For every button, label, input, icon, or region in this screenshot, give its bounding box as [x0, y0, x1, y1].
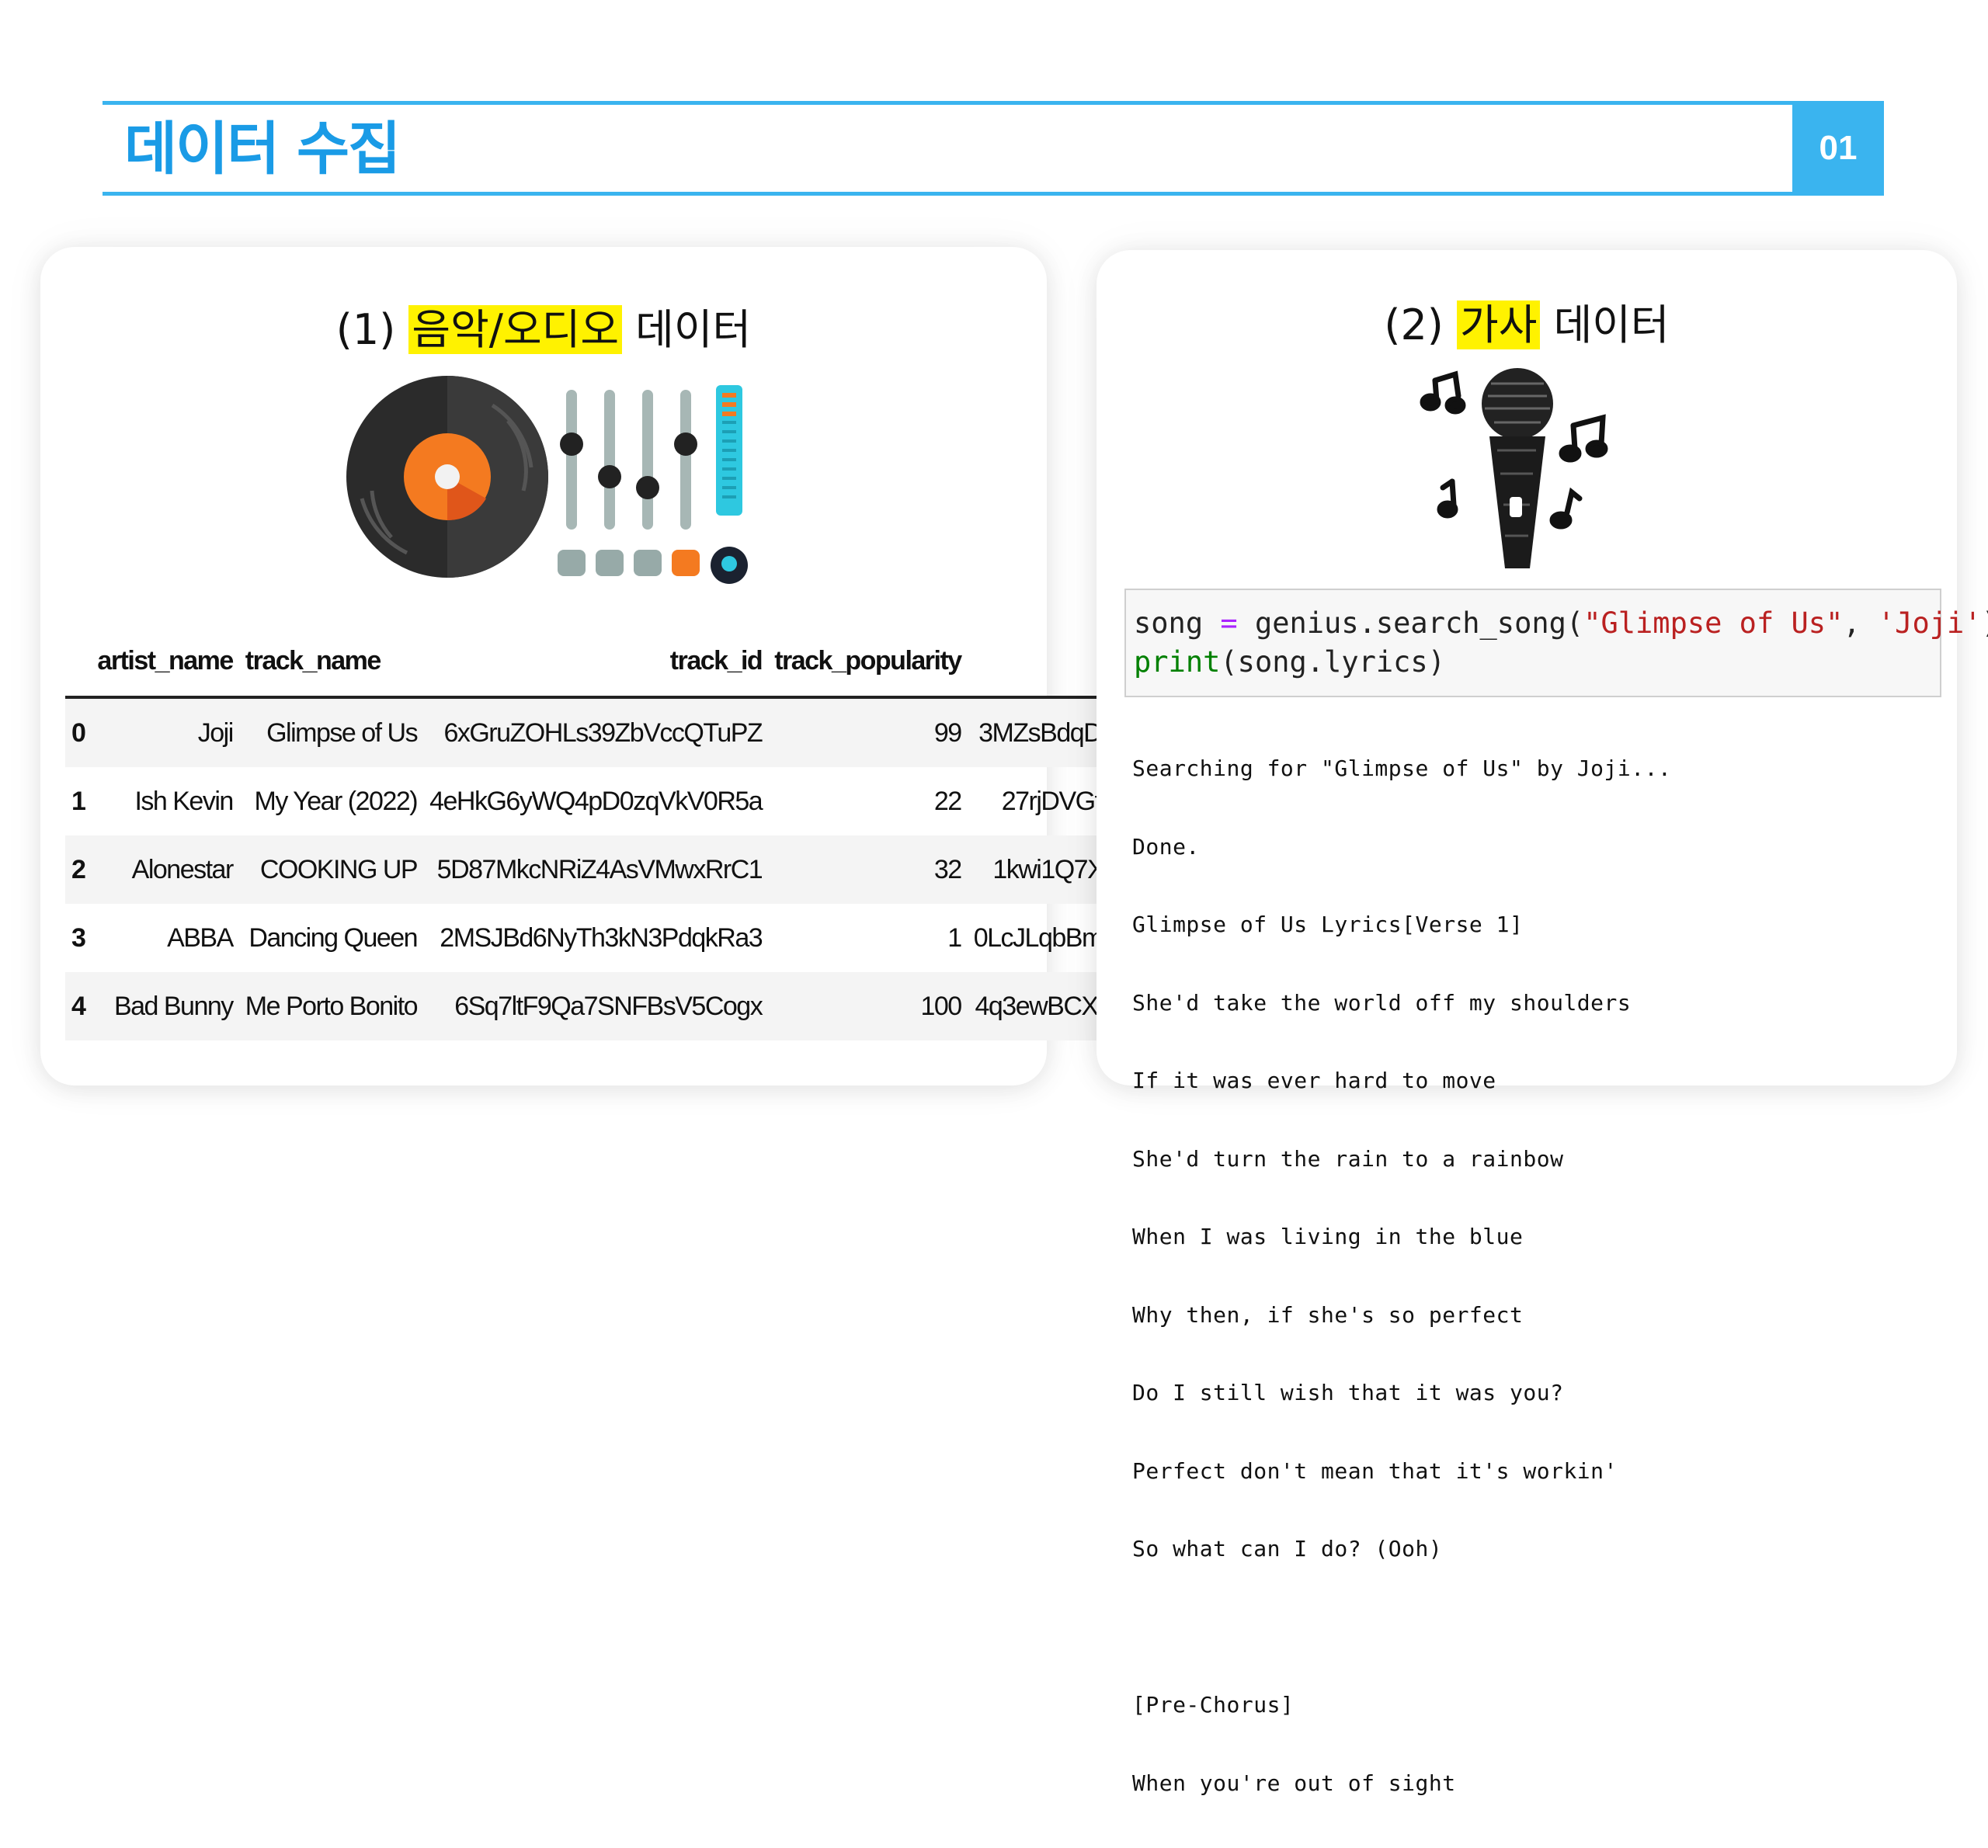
output-line: Perfect don't mean that it's workin' — [1132, 1457, 1618, 1484]
title-bar: 데이터 수집 01 — [103, 101, 1884, 196]
row-index: 4 — [65, 972, 92, 1040]
heading-prefix: (2) — [1384, 300, 1458, 349]
track-id-cell: 5D87MkcNRiZ4AsVMwxRrC1 — [423, 835, 769, 904]
track-name-cell: Dancing Queen — [248, 922, 418, 953]
row-index: 0 — [65, 697, 92, 767]
track-popularity-cell: 100 — [768, 972, 968, 1040]
output-line: If it was ever hard to move — [1132, 1068, 1496, 1093]
column-header-index — [65, 626, 92, 699]
heading-suffix: 데이터 — [622, 305, 752, 354]
track-popularity-cell: 99 — [768, 697, 968, 767]
output-line: Glimpse of Us Lyrics[Verse 1] — [1132, 912, 1524, 937]
output-line: Do I still wish that it was you? — [1132, 1380, 1564, 1405]
microphone-icon — [1482, 368, 1553, 568]
track-name-cell: My Year (2022) — [254, 786, 419, 816]
heading-highlight: 음악/오디오 — [408, 305, 623, 354]
output-line: Done. — [1132, 833, 1200, 860]
turntable-mixer-icon — [346, 376, 748, 584]
column-header-track-popularity: track_popularity — [768, 626, 968, 699]
artist-name-cell: ABBA — [167, 922, 234, 953]
code-operator: = — [1220, 606, 1238, 640]
page-number-badge: 01 — [1792, 101, 1884, 196]
code-string-title: "Glimpse of Us" — [1583, 606, 1844, 640]
row-index: 1 — [71, 786, 86, 816]
row-index: 2 — [65, 835, 92, 904]
output-line: [Pre-Chorus] — [1132, 1692, 1295, 1718]
music-data-card: (1) 음악/오디오 데이터 artist_name track_name tr… — [40, 247, 1302, 1086]
lyrics-data-card: (2) 가사 데이터 song = genius.search_song("Gl… — [1097, 250, 1988, 1796]
track-id-cell: 2MSJBd6NyTh3kN3PdqkRa3 — [440, 922, 763, 953]
row-index: 3 — [71, 922, 86, 953]
code-comma: , — [1843, 606, 1878, 640]
output-line: When you're out of sight — [1132, 1770, 1456, 1796]
code-string-artist: 'Joji' — [1877, 606, 1982, 640]
column-header-track-id: track_id — [423, 626, 769, 699]
mixer-sliders-icon — [558, 385, 748, 584]
code-cell[interactable]: song = genius.search_song("Glimpse of Us… — [1124, 589, 1988, 697]
output-line: When I was living in the blue — [1132, 1224, 1524, 1249]
code-print-arg: (song.lyrics) — [1220, 645, 1445, 679]
column-header-track-name: track_name — [238, 626, 424, 699]
track-id-cell: 6xGruZOHLs39ZbVccQTuPZ — [423, 697, 769, 767]
page-title: 데이터 수집 — [124, 116, 401, 182]
track-id-cell: 4eHkG6yWQ4pD0zqVkV0R5a — [429, 786, 763, 816]
artist-name-cell: Ish Kevin — [134, 786, 234, 816]
artist-name-cell: Joji — [91, 697, 239, 767]
track-popularity-cell: 1 — [947, 922, 962, 953]
code-call: genius.search_song( — [1237, 606, 1584, 640]
track-id-cell: 6Sq7ltF9Qa7SNFBsV5Cogx — [423, 972, 769, 1040]
track-name-cell: Me Porto Bonito — [238, 972, 424, 1040]
track-popularity-cell: 22 — [933, 786, 962, 816]
code-print-fn: print — [1134, 645, 1221, 679]
track-name-cell: Glimpse of Us — [238, 697, 424, 767]
code-var: song — [1134, 606, 1204, 640]
microphone-music-notes-icon — [1420, 368, 1608, 568]
track-name-cell: COOKING UP — [238, 835, 424, 904]
artist-name-cell: Bad Bunny — [91, 972, 239, 1040]
track-popularity-cell: 32 — [768, 835, 968, 904]
code-output: Searching for "Glimpse of Us" by Joji...… — [1132, 703, 1940, 1848]
music-data-heading: (1) 음악/오디오 데이터 — [40, 295, 1047, 356]
heading-prefix: (1) — [335, 305, 409, 354]
column-header-artist-name: artist_name — [91, 626, 239, 699]
output-line: So what can I do? (Ooh) — [1132, 1536, 1443, 1561]
heading-highlight: 가사 — [1457, 300, 1541, 349]
output-line: She'd turn the rain to a rainbow — [1132, 1145, 1564, 1172]
heading-suffix: 데이터 — [1540, 300, 1670, 349]
output-line: She'd take the world off my shoulders — [1132, 989, 1632, 1016]
output-line: Searching for "Glimpse of Us" by Joji... — [1132, 756, 1672, 781]
code-close-paren: ) — [1982, 606, 1988, 640]
artist-name-cell: Alonestar — [91, 835, 239, 904]
output-line: Why then, if she's so perfect — [1132, 1301, 1524, 1328]
vinyl-record-icon — [346, 376, 548, 578]
lyrics-data-heading: (2) 가사 데이터 — [1097, 290, 1957, 352]
